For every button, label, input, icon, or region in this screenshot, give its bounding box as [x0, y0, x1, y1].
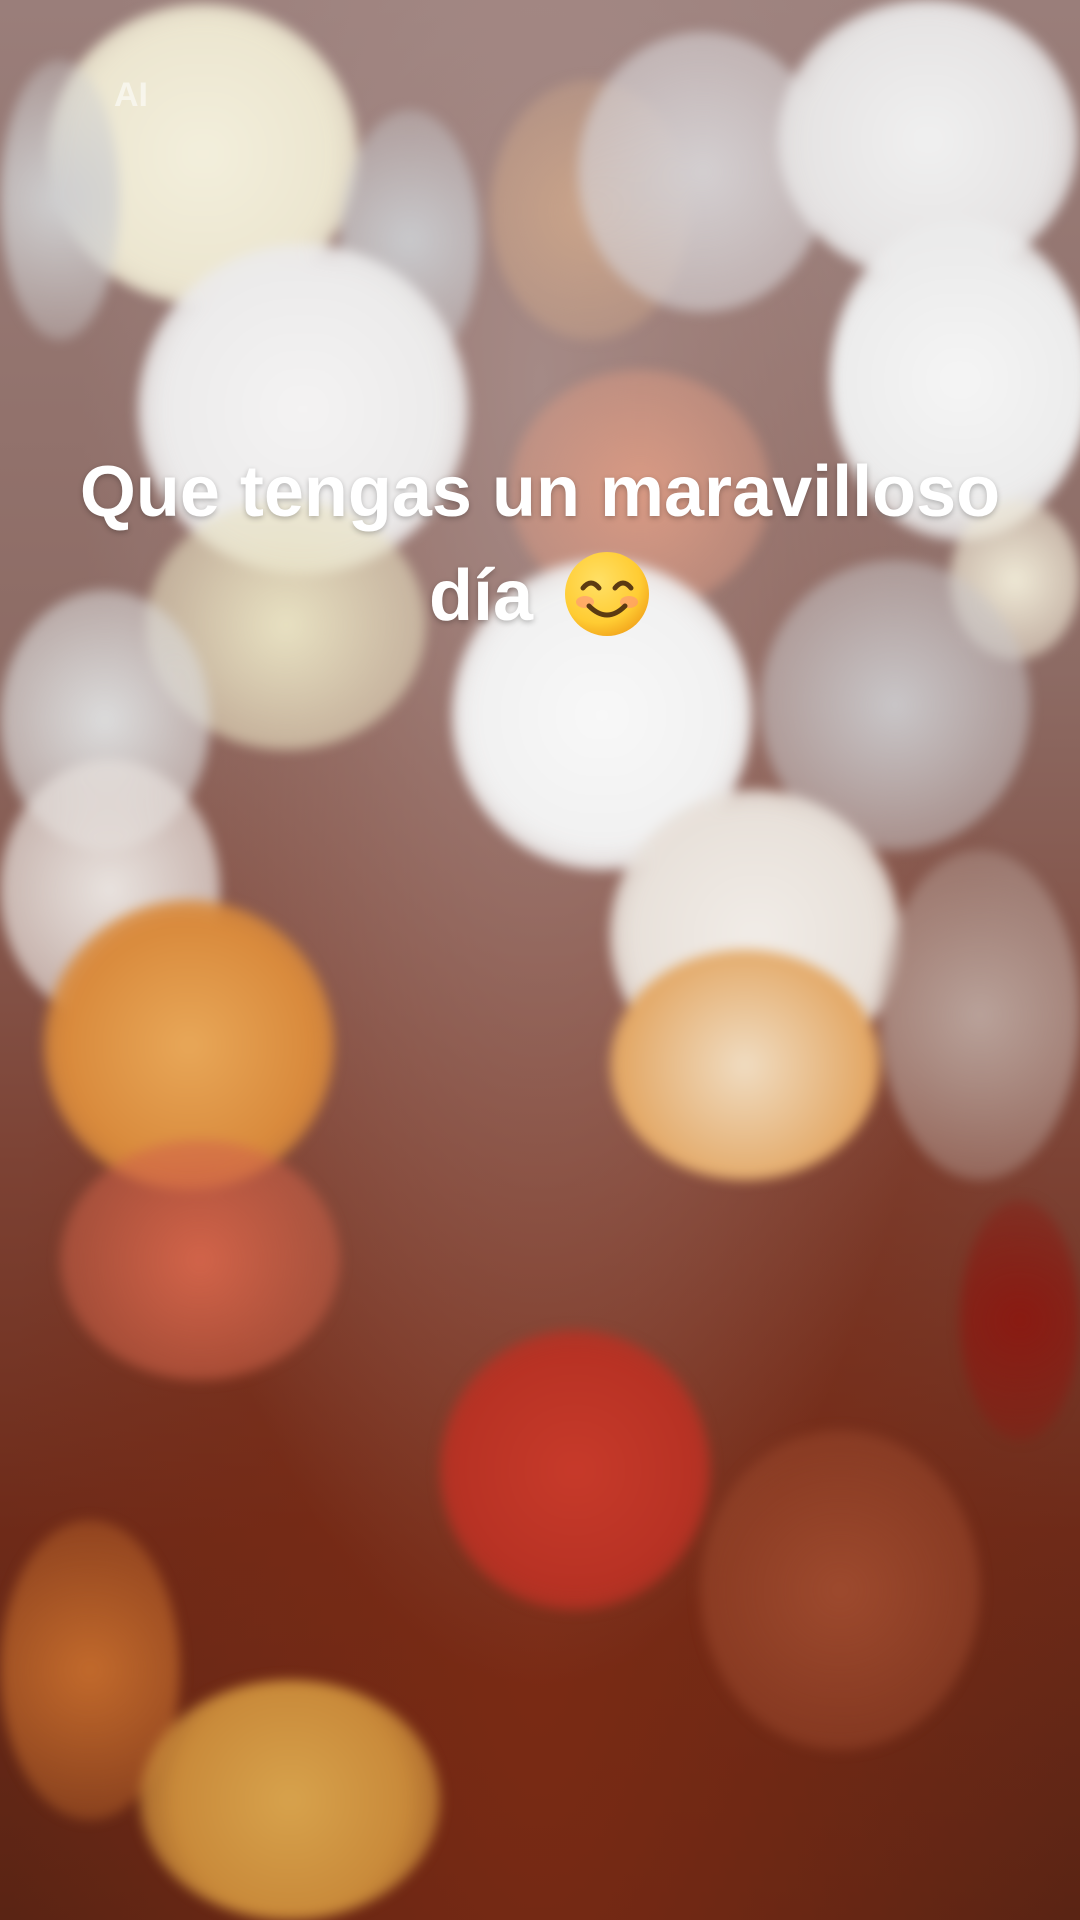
bokeh-background	[0, 0, 1080, 1920]
bokeh-warm	[60, 1140, 340, 1380]
bokeh-warm	[960, 1200, 1080, 1440]
bokeh-light	[880, 850, 1080, 1180]
bokeh-warm	[440, 1330, 710, 1610]
bokeh-light	[0, 60, 120, 340]
ai-watermark: AI	[114, 76, 148, 114]
smiling-face-with-smiling-eyes-icon	[563, 550, 651, 638]
caption-line-1: Que tengas un maravilloso	[79, 452, 1001, 532]
caption-text: Que tengas un maravilloso día	[0, 440, 1080, 648]
caption-line-2: día	[0, 544, 1080, 648]
video-frame: AI Que tengas un maravilloso día	[0, 0, 1080, 1920]
bokeh-warm	[140, 1680, 440, 1920]
bokeh-light	[610, 950, 880, 1180]
bokeh-warm	[700, 1430, 980, 1750]
caption-line-2-text: día	[428, 556, 534, 636]
